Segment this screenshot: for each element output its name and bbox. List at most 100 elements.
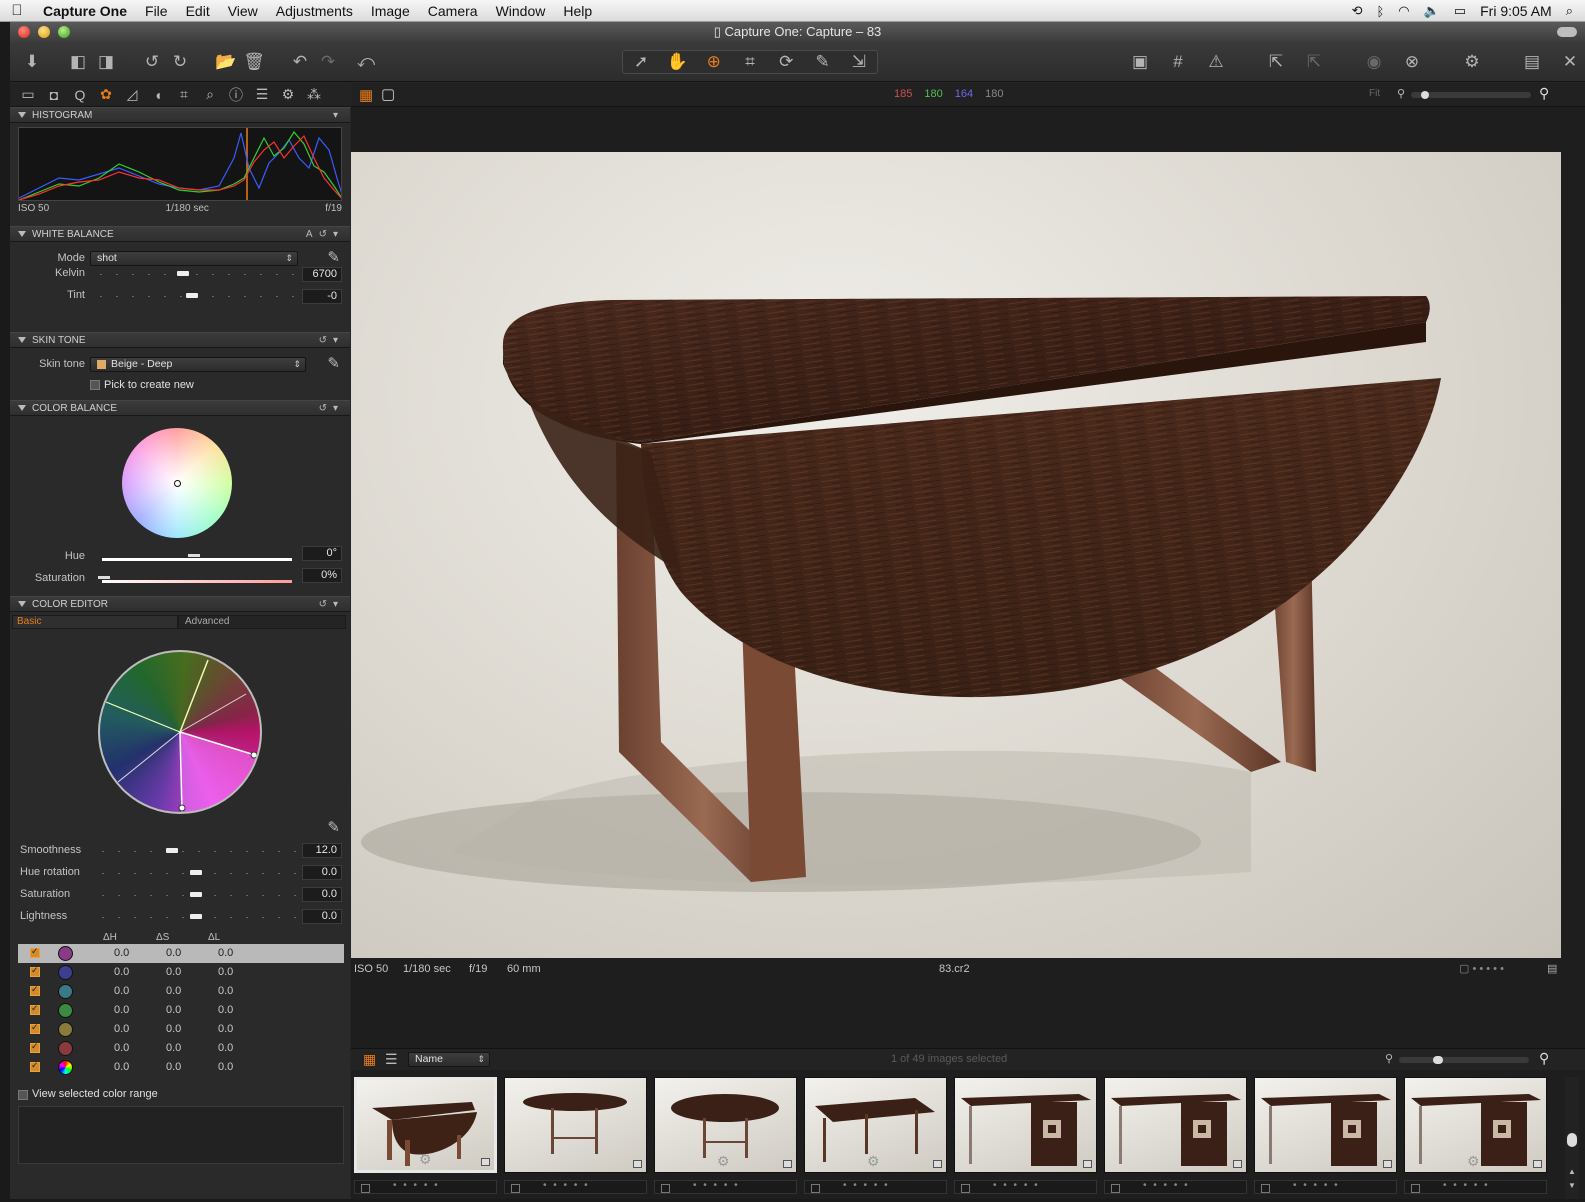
zoom-window-button[interactable] (58, 26, 70, 38)
thumbnail-size-slider[interactable] (1399, 1056, 1529, 1064)
thumbnail-rating-bar[interactable] (1254, 1180, 1397, 1194)
thumbnail-rating-bar[interactable] (954, 1180, 1097, 1194)
color-range-swatch[interactable] (58, 984, 73, 999)
zoom-fit-label[interactable]: Fit (1369, 88, 1380, 99)
multi-view-icon[interactable]: ▦ (359, 86, 373, 104)
color-range-swatch[interactable] (58, 946, 73, 961)
color-range-checkbox[interactable] (30, 965, 40, 977)
reset-icon[interactable]: ↺ (319, 229, 333, 240)
color-balance-wheel[interactable] (122, 428, 232, 538)
color-range-swatch[interactable] (58, 1022, 73, 1037)
menu-file[interactable]: File (136, 0, 177, 22)
copy-apply-tool-icon[interactable]: ⇲ (847, 50, 871, 74)
rotate-right-icon[interactable]: ↻ (168, 50, 192, 74)
menu-help[interactable]: Help (554, 0, 601, 22)
color-range-row[interactable]: 0.0 0.0 0.0 (18, 1058, 344, 1077)
tint-slider-handle[interactable] (186, 293, 198, 298)
library-tab-icon[interactable]: ▭ (18, 86, 38, 103)
undo-icon[interactable]: ↶ (288, 50, 312, 74)
color-range-checkbox[interactable] (30, 1041, 40, 1053)
color-tag-icon[interactable]: ▤ (1547, 962, 1557, 975)
kelvin-slider[interactable] (100, 271, 295, 279)
apple-menu-icon[interactable]:  (0, 2, 34, 19)
color-editor-picker-icon[interactable]: ✎ (327, 818, 340, 836)
hue-rotation-slider-handle[interactable] (190, 870, 202, 875)
exposure-warning-icon[interactable]: ⚠ (1204, 50, 1228, 74)
lightness-slider[interactable] (102, 914, 297, 922)
main-image[interactable] (351, 152, 1561, 958)
menu-window[interactable]: Window (487, 0, 555, 22)
color-range-row[interactable]: 0.0 0.0 0.0 (18, 1020, 344, 1039)
spotlight-icon[interactable]: ⌕ (1566, 3, 1573, 19)
auto-white-balance-button[interactable]: A (306, 229, 319, 240)
saturation-slider[interactable] (98, 576, 292, 584)
camera-capture-icon[interactable]: ◉ (1362, 50, 1386, 74)
quick-tab-icon[interactable]: Q (70, 87, 90, 103)
ce-saturation-value[interactable]: 0.0 (302, 887, 342, 902)
output-tab-icon[interactable]: ☰ (252, 86, 272, 103)
select-tool-icon[interactable]: ➚ (629, 50, 653, 74)
redo-icon[interactable]: ↷ (316, 50, 340, 74)
hue-slider-handle[interactable] (188, 554, 200, 557)
wb-mode-select[interactable]: shot (90, 251, 298, 266)
single-view-icon[interactable]: ▢ (381, 85, 395, 103)
trash-icon[interactable]: 🗑 (242, 50, 266, 74)
color-range-row[interactable]: 0.0 0.0 0.0 (18, 963, 344, 982)
move-to-folder-icon[interactable]: 📂 (214, 50, 238, 74)
color-range-checkbox[interactable] (30, 1060, 40, 1072)
batch-tab-icon[interactable]: ⁂ (304, 86, 324, 103)
scrollbar-thumb[interactable] (1567, 1133, 1577, 1147)
thumbnail-size-handle[interactable] (1433, 1056, 1443, 1064)
thumbnail-rating-bar[interactable] (804, 1180, 947, 1194)
view-selected-range-checkbox[interactable] (18, 1090, 28, 1100)
volume-icon[interactable]: 🔈 (1424, 3, 1440, 19)
focus-tab-icon[interactable]: ⌕ (200, 86, 220, 103)
customize-tools-icon[interactable]: ✕ (1558, 50, 1582, 74)
menu-image[interactable]: Image (362, 0, 419, 22)
close-window-button[interactable] (18, 26, 30, 38)
color-balance-header[interactable]: COLOR BALANCE ↺▾ (10, 400, 350, 416)
thumbnail-rating-bar[interactable] (354, 1180, 497, 1194)
ce-saturation-slider[interactable] (102, 892, 297, 900)
thumbnail[interactable]: ⚙ (804, 1077, 947, 1173)
reset-icon[interactable]: ↺ (319, 335, 333, 346)
smoothness-slider-handle[interactable] (166, 848, 178, 853)
reset-icon[interactable]: ↺ (319, 599, 333, 610)
capture-tab-icon[interactable]: ◘ (44, 87, 64, 103)
color-range-checkbox[interactable] (30, 946, 40, 958)
color-tab-icon[interactable]: ✿ (96, 86, 116, 103)
scroll-up-icon[interactable]: ▲ (1568, 1167, 1576, 1176)
pick-to-create-checkbox[interactable] (90, 380, 100, 390)
thumbnail-rating-bar[interactable] (1104, 1180, 1247, 1194)
reset-icon[interactable]: ↺ (319, 403, 333, 414)
list-view-icon[interactable]: ☰ (385, 1051, 398, 1068)
color-range-row[interactable]: 0.0 0.0 0.0 (18, 1039, 344, 1058)
zoom-in-person-icon[interactable]: ⚲ (1539, 85, 1549, 102)
kelvin-value[interactable]: 6700 (302, 267, 342, 282)
color-range-row[interactable]: 0.0 0.0 0.0 (18, 982, 344, 1001)
scroll-down-icon[interactable]: ▼ (1568, 1181, 1576, 1190)
thumb-size-small-icon[interactable]: ⚲ (1385, 1052, 1393, 1065)
settings-gear-icon[interactable]: ⚙ (1460, 50, 1484, 74)
zoom-slider-handle[interactable] (1421, 91, 1429, 99)
rotate-tool-icon[interactable]: ⟳ (774, 50, 798, 74)
reset-icon[interactable]: ⤺ (354, 50, 378, 74)
histogram-header[interactable]: HISTOGRAM ▾ (10, 107, 350, 123)
time-machine-icon[interactable]: ⟲ (1352, 3, 1363, 19)
saturation-value[interactable]: 0% (302, 568, 342, 583)
previous-capture-icon[interactable]: ◧ (66, 50, 90, 74)
lightness-value[interactable]: 0.0 (302, 909, 342, 924)
sort-select[interactable]: Name (408, 1052, 490, 1067)
color-range-checkbox[interactable] (30, 984, 40, 996)
color-balance-handle[interactable] (174, 480, 181, 487)
thumbnail[interactable] (954, 1077, 1097, 1173)
exposure-tab-icon[interactable]: ◿ (122, 86, 142, 103)
color-range-checkbox[interactable] (30, 1022, 40, 1034)
battery-icon[interactable]: ▭ (1454, 3, 1466, 19)
section-menu-icon[interactable]: ▾ (333, 403, 344, 414)
single-view-icon[interactable]: ▣ (1128, 50, 1152, 74)
menu-camera[interactable]: Camera (419, 0, 487, 22)
thumbnail[interactable] (1254, 1077, 1397, 1173)
thumbnail[interactable]: ⚙ (1404, 1077, 1547, 1173)
section-menu-icon[interactable]: ▾ (333, 335, 344, 346)
